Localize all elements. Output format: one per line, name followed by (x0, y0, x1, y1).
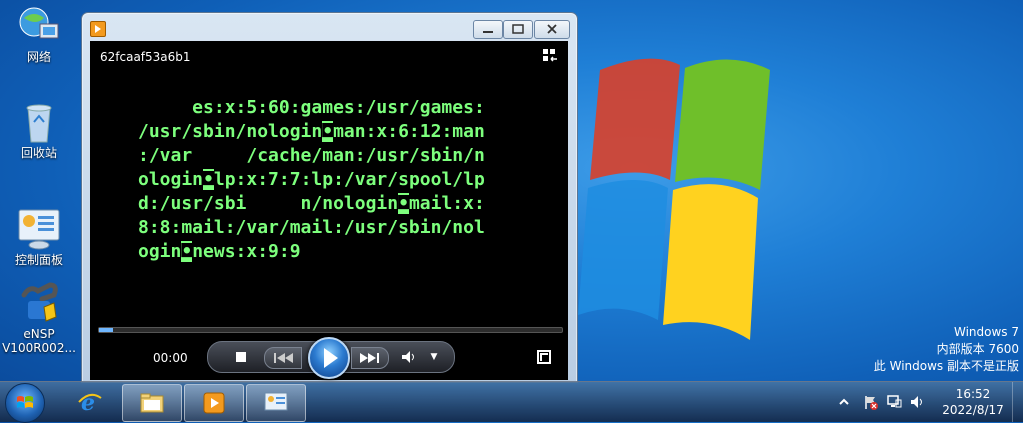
cursor-block: ◘ (398, 193, 409, 214)
folder-icon (140, 393, 164, 413)
taskbar-media-player[interactable] (184, 384, 244, 422)
clock-date: 2022/8/17 (942, 403, 1004, 417)
action-center-flag-icon[interactable] (863, 394, 879, 410)
desktop-icon-ensp[interactable]: eNSP V100R002... (1, 281, 77, 355)
recycle-bin-icon (16, 100, 62, 144)
desktop-icon-label: 网络 (26, 50, 51, 64)
volume-tray-icon[interactable] (909, 394, 925, 410)
terminal-line: ogin (138, 241, 182, 262)
cursor-block: ◘ (322, 121, 334, 142)
desktop-icon-label: V100R002... (2, 341, 76, 355)
clock-time: 16:52 (955, 387, 991, 401)
play-button[interactable] (308, 337, 350, 379)
desktop-icon-control-panel[interactable]: 控制面板 (1, 207, 77, 267)
stop-button[interactable] (234, 347, 248, 367)
taskbar: e 16:52 2022/8/17 (0, 381, 1023, 423)
watermark-line: Windows 7 (953, 325, 1019, 339)
wallpaper-logo (560, 30, 790, 380)
windows-flag-icon (17, 396, 33, 408)
terminal-line: /usr/sbin/nologin (138, 121, 323, 142)
cursor-block: ◘ (203, 169, 214, 190)
previous-button[interactable] (264, 347, 302, 369)
minimize-button[interactable] (473, 20, 503, 39)
watermark-line: 内部版本 7600 (936, 342, 1019, 356)
internet-explorer-icon: e (78, 390, 102, 414)
terminal-line: es:x:5:60:games:/usr/games: (138, 97, 485, 118)
fullscreen-icon[interactable] (537, 350, 551, 364)
switch-to-library-icon[interactable] (542, 48, 558, 64)
ensp-icon (16, 281, 62, 325)
terminal-output: es:x:5:60:games:/usr/games: /usr/sbin/no… (138, 96, 538, 264)
desktop-icon-network[interactable]: 网络 (1, 4, 77, 64)
desktop-icon-label: eNSP (23, 327, 55, 341)
desktop-icon-recycle-bin[interactable]: 回收站 (1, 100, 77, 160)
show-desktop-button[interactable] (1012, 382, 1023, 422)
taskbar-control-panel[interactable] (246, 384, 306, 422)
volume-icon[interactable] (400, 347, 418, 367)
terminal-line: man:x:6:12:man (333, 121, 485, 142)
show-hidden-icons-icon[interactable] (836, 394, 852, 410)
video-title: 62fcaaf53a6b1 (100, 50, 191, 64)
network-status-icon[interactable] (886, 394, 902, 410)
desktop-icon-label: 回收站 (20, 146, 57, 160)
media-player-icon (90, 21, 106, 37)
network-icon (16, 4, 62, 48)
desktop-icon-label: 控制面板 (14, 253, 63, 267)
terminal-line: :/var /cache/man:/usr/sbin/n (138, 145, 485, 166)
close-button[interactable] (534, 20, 570, 39)
control-panel-icon (264, 392, 288, 411)
terminal-line: 8:8:mail:/var/mail:/usr/sbin/nol (138, 217, 485, 238)
taskbar-internet-explorer[interactable]: e (61, 384, 119, 420)
terminal-line: mail:x: (408, 193, 485, 214)
control-panel-icon (16, 207, 62, 251)
seek-bar[interactable] (98, 327, 563, 333)
maximize-button[interactable] (503, 20, 533, 39)
watermark-line: 此 Windows 副本不是正版 (873, 359, 1019, 373)
playback-controls: ▼ (207, 337, 455, 379)
terminal-line: lp:x:7:7:lp:/var/spool/lp (213, 169, 485, 190)
video-area[interactable]: 62fcaaf53a6b1 es:x:5:60:games:/usr/games… (90, 41, 568, 380)
title-bar[interactable] (82, 13, 577, 41)
media-player-window[interactable]: 62fcaaf53a6b1 es:x:5:60:games:/usr/games… (81, 12, 578, 383)
next-button[interactable] (351, 347, 389, 369)
elapsed-time: 00:00 (153, 351, 188, 365)
svg-text:e: e (81, 390, 95, 414)
seek-bar-fill (99, 328, 113, 332)
system-clock[interactable]: 16:52 2022/8/17 (935, 386, 1011, 418)
terminal-line: d:/usr/sbi n/nologin (138, 193, 399, 214)
terminal-line: ologin (138, 169, 204, 190)
terminal-line: news:x:9:9 (192, 241, 301, 262)
cursor-block: ◘ (181, 241, 193, 262)
windows-watermark: Windows 7 内部版本 7600 此 Windows 副本不是正版 (874, 324, 1019, 375)
media-player-icon (203, 392, 225, 414)
start-button[interactable] (5, 383, 45, 423)
volume-dropdown-icon[interactable]: ▼ (428, 347, 440, 367)
taskbar-file-explorer[interactable] (122, 384, 182, 422)
